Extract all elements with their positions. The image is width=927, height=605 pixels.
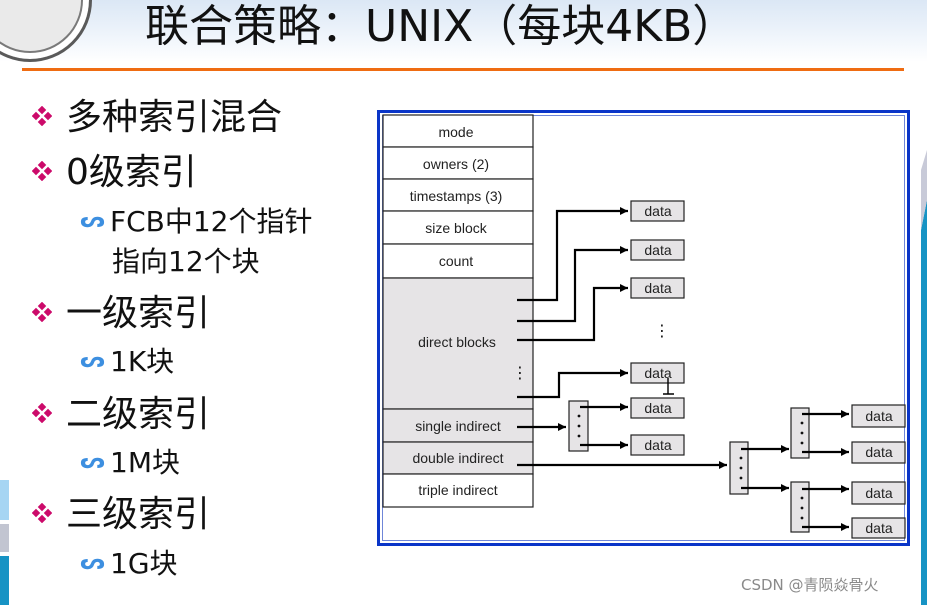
inode-field-label: owners (2) bbox=[423, 156, 489, 172]
inode-field-label: double indirect bbox=[412, 450, 503, 466]
data-block-label: data bbox=[865, 444, 892, 460]
data-block-label: data bbox=[644, 280, 671, 296]
data-block-label: data bbox=[865, 520, 892, 536]
inode-field-label: triple indirect bbox=[418, 482, 497, 498]
data-block-label: data bbox=[865, 485, 892, 501]
inode-field-label: timestamps (3) bbox=[410, 188, 503, 204]
double-indirect-chain: data data data data bbox=[729, 404, 906, 539]
inode-field-label: count bbox=[439, 253, 473, 269]
inode-field-label: size block bbox=[425, 220, 487, 236]
index-block bbox=[790, 407, 810, 459]
direct-data-blocks: data data data ⋮ data bbox=[630, 200, 685, 395]
single-indirect-chain: data data bbox=[568, 397, 685, 456]
data-block-label: data bbox=[644, 242, 671, 258]
data-block-label: data bbox=[644, 437, 671, 453]
inode-diagram: mode owners (2) timestamps (3) size bloc… bbox=[382, 114, 906, 539]
pointer-arrow bbox=[517, 246, 628, 323]
inode-table: mode owners (2) timestamps (3) size bloc… bbox=[382, 114, 534, 508]
direct-pointers bbox=[517, 207, 727, 469]
inode-field-label: direct blocks bbox=[418, 334, 496, 350]
data-block-label: data bbox=[644, 203, 671, 219]
ellipsis-icon: ⋮ bbox=[654, 323, 670, 340]
pointer-arrow bbox=[517, 369, 628, 399]
data-block-label: data bbox=[644, 400, 671, 416]
pointer-arrow bbox=[517, 207, 628, 302]
inode-field-label: single indirect bbox=[415, 418, 501, 434]
watermark: CSDN @青陨焱骨火 bbox=[741, 576, 879, 594]
inode-field-label: mode bbox=[438, 124, 473, 140]
data-block-label: data bbox=[865, 408, 892, 424]
pointer-arrow bbox=[517, 284, 628, 342]
ellipsis-icon: ⋮ bbox=[512, 365, 528, 382]
